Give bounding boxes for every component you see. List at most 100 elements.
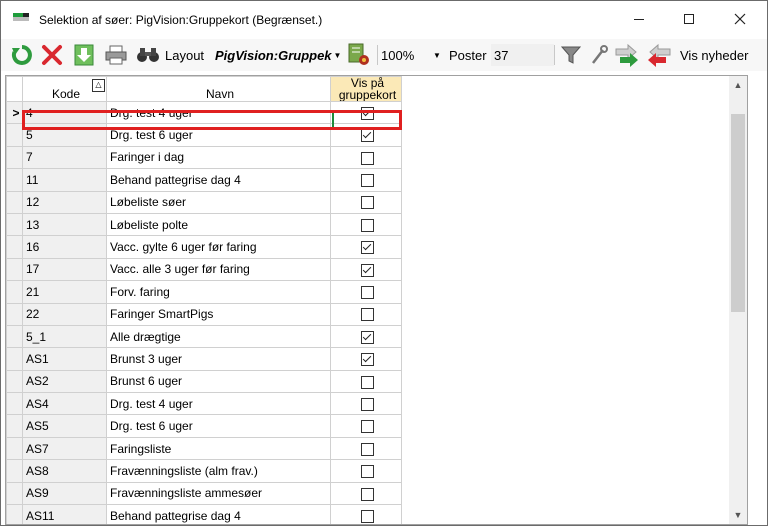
cell-kode[interactable]: 17 — [22, 257, 107, 282]
checkbox-unchecked[interactable] — [361, 397, 374, 411]
cell-kode[interactable]: AS8 — [22, 459, 107, 483]
checkbox-unchecked[interactable] — [361, 151, 374, 165]
row-selector[interactable] — [6, 280, 23, 304]
cell-kode[interactable]: 5 — [22, 123, 107, 147]
table-row[interactable]: 21 Forv. faring — [6, 280, 402, 304]
row-selector[interactable]: > — [6, 100, 23, 125]
cell-navn[interactable]: Fravænningsliste ammesøer — [106, 481, 331, 506]
delete-button[interactable] — [39, 42, 65, 68]
cell-navn[interactable]: Vacc. gylte 6 uger før faring — [106, 235, 331, 259]
row-selector[interactable] — [6, 212, 23, 237]
cell-kode[interactable]: AS7 — [22, 436, 107, 461]
checkbox-checked[interactable] — [361, 330, 374, 344]
checkbox-unchecked[interactable] — [361, 375, 374, 389]
checkbox-checked[interactable] — [361, 129, 374, 143]
cell-kode[interactable]: 7 — [22, 145, 107, 170]
table-row[interactable]: 16 Vacc. gylte 6 uger før faring — [6, 235, 402, 259]
row-selector[interactable] — [6, 302, 23, 326]
cell-kode[interactable]: 13 — [22, 212, 107, 237]
close-button[interactable] — [717, 1, 763, 37]
checkbox-checked[interactable] — [361, 263, 374, 277]
export-button[interactable] — [71, 42, 97, 68]
cell-navn[interactable]: Faringer SmartPigs — [106, 302, 331, 326]
show-news-button[interactable]: Vis nyheder — [680, 39, 748, 71]
cell-navn[interactable]: Behand pattegrise dag 4 — [106, 504, 331, 524]
row-selector[interactable] — [6, 324, 23, 349]
import-button[interactable] — [613, 42, 641, 68]
cell-navn[interactable]: Behand pattegrise dag 4 — [106, 168, 331, 192]
layout-settings-button[interactable] — [345, 42, 373, 68]
cell-navn[interactable]: Drg. test 6 uger — [106, 123, 331, 147]
checkbox-unchecked[interactable] — [361, 420, 374, 434]
minimize-button[interactable] — [616, 1, 662, 37]
cell-kode[interactable]: AS11 — [22, 504, 107, 524]
checkbox-unchecked[interactable] — [361, 174, 374, 188]
table-row[interactable]: 11 Behand pattegrise dag 4 — [6, 168, 402, 192]
cell-navn[interactable]: Faringer i dag — [106, 145, 331, 170]
cell-kode[interactable]: 11 — [22, 168, 107, 192]
row-selector[interactable] — [6, 145, 23, 170]
checkbox-checked[interactable] — [361, 241, 374, 255]
table-row[interactable]: 5 Drg. test 6 uger — [6, 123, 402, 147]
cell-navn[interactable]: Alle drægtige — [106, 324, 331, 349]
cell-navn[interactable]: Drg. test 4 uger — [106, 392, 331, 416]
row-selector[interactable] — [6, 168, 23, 192]
checkbox-unchecked[interactable] — [361, 487, 374, 501]
zoom-dropdown[interactable]: 100% ▼ — [381, 39, 441, 71]
table-row[interactable]: AS11 Behand pattegrise dag 4 — [6, 504, 402, 524]
table-row[interactable]: AS1 Brunst 3 uger — [6, 347, 402, 371]
cell-kode[interactable]: AS2 — [22, 369, 107, 394]
layout-dropdown[interactable]: PigVision:Gruppek ▼ — [215, 39, 341, 71]
cell-kode[interactable]: AS9 — [22, 481, 107, 506]
table-row[interactable]: AS8 Fravænningsliste (alm frav.) — [6, 459, 402, 483]
cell-kode[interactable]: AS4 — [22, 392, 107, 416]
filter-button[interactable] — [559, 42, 583, 68]
column-header-vis-paa-gruppekort[interactable]: Vis på gruppekort — [330, 76, 402, 102]
refresh-button[interactable] — [9, 42, 35, 68]
tools-button[interactable] — [589, 42, 609, 68]
row-selector[interactable] — [6, 392, 23, 416]
maximize-button[interactable] — [666, 1, 712, 37]
vertical-scrollbar[interactable]: ▲ ▼ — [729, 76, 747, 524]
cell-navn[interactable]: Drg. test 6 uger — [106, 414, 331, 438]
row-selector[interactable] — [6, 190, 23, 214]
table-row[interactable]: 22 Faringer SmartPigs — [6, 302, 402, 326]
table-row[interactable]: AS2 Brunst 6 uger — [6, 369, 402, 394]
row-selector[interactable] — [6, 235, 23, 259]
row-selector[interactable] — [6, 123, 23, 147]
row-selector[interactable] — [6, 504, 23, 524]
cell-navn[interactable]: Brunst 3 uger — [106, 347, 331, 371]
scroll-down-icon[interactable]: ▼ — [729, 506, 747, 524]
cell-navn[interactable]: Løbeliste polte — [106, 212, 331, 237]
table-row[interactable]: 7 Faringer i dag — [6, 145, 402, 170]
export-data-button[interactable] — [645, 42, 673, 68]
cell-kode[interactable]: 5_1 — [22, 324, 107, 349]
cell-navn[interactable]: Drg. test 4 uger — [106, 100, 331, 125]
search-button[interactable] — [135, 42, 161, 68]
checkbox-unchecked[interactable] — [361, 285, 374, 299]
row-selector[interactable] — [6, 257, 23, 282]
cell-navn[interactable]: Vacc. alle 3 uger før faring — [106, 257, 331, 282]
table-row[interactable]: AS7 Faringsliste — [6, 436, 402, 461]
table-row[interactable]: 12 Løbeliste søer — [6, 190, 402, 214]
cell-kode[interactable]: 16 — [22, 235, 107, 259]
row-selector[interactable] — [6, 436, 23, 461]
row-selector[interactable] — [6, 347, 23, 371]
scroll-up-icon[interactable]: ▲ — [729, 76, 747, 94]
table-row[interactable]: 13 Løbeliste polte — [6, 212, 402, 237]
cell-kode[interactable]: AS1 — [22, 347, 107, 371]
checkbox-unchecked[interactable] — [361, 196, 374, 210]
table-row[interactable]: >4 Drg. test 4 uger — [6, 100, 402, 125]
row-selector[interactable] — [6, 481, 23, 506]
print-button[interactable] — [103, 42, 129, 68]
table-row[interactable]: AS4 Drg. test 4 uger — [6, 392, 402, 416]
row-selector[interactable] — [6, 459, 23, 483]
checkbox-checked[interactable] — [361, 353, 374, 367]
cell-navn[interactable]: Fravænningsliste (alm frav.) — [106, 459, 331, 483]
cell-navn[interactable]: Løbeliste søer — [106, 190, 331, 214]
cell-navn[interactable]: Brunst 6 uger — [106, 369, 331, 394]
checkbox-unchecked[interactable] — [361, 509, 374, 523]
cell-kode[interactable]: AS5 — [22, 414, 107, 438]
cell-kode[interactable]: 12 — [22, 190, 107, 214]
row-selector[interactable] — [6, 369, 23, 394]
